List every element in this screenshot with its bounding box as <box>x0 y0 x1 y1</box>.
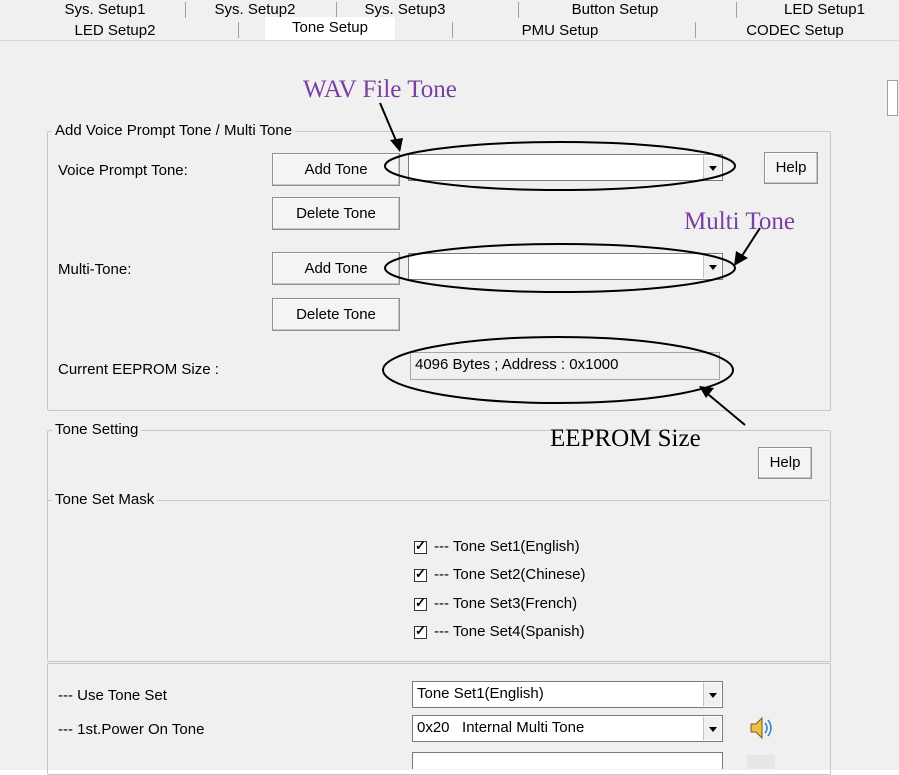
multi-arrowhead <box>734 251 748 266</box>
annotation-overlay <box>379 102 761 426</box>
wav-file-ellipse <box>384 141 736 191</box>
multi-tone-ellipse <box>384 243 736 293</box>
wav-arrowhead <box>390 138 403 152</box>
eeprom-ellipse <box>382 336 734 404</box>
annotation-eeprom-size: EEPROM Size <box>550 425 701 452</box>
annotation-wav-file-tone: WAV File Tone <box>303 76 457 103</box>
annotation-multi-tone: Multi Tone <box>684 208 795 235</box>
eeprom-arrow <box>702 389 746 426</box>
